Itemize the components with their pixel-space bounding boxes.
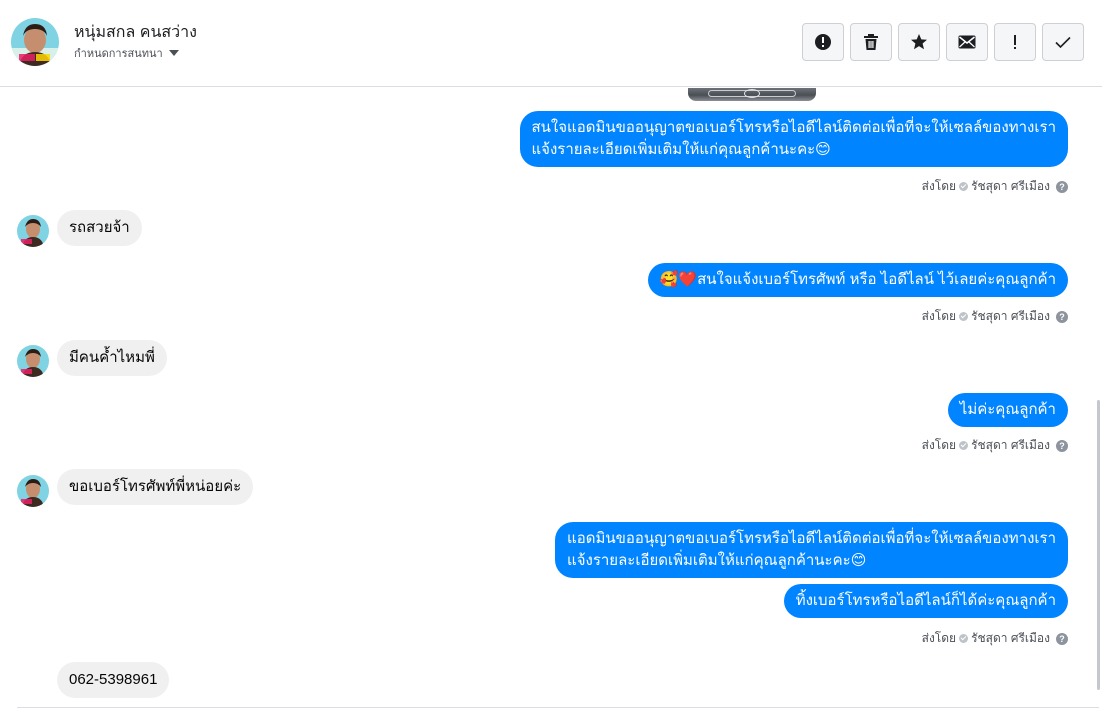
delete-button[interactable] — [850, 23, 892, 61]
incoming-message[interactable]: 062-5398961 — [57, 662, 170, 698]
sent-by-prefix: ส่งโดย — [921, 179, 957, 193]
follow-up-button[interactable] — [994, 23, 1036, 61]
car-logo-detail — [744, 89, 760, 98]
message-line: แอดมินขออนุญาตขอเบอร์โทรหรือไอดีไลน์ติดต… — [567, 530, 1056, 547]
check-circle-icon — [959, 182, 969, 191]
caret-down-icon — [168, 50, 179, 56]
message-line: แจ้งรายละเอียดเพิ่มเติมให้แก่คุณลูกค้านะ… — [567, 552, 867, 569]
car-photo-attachment[interactable] — [688, 88, 816, 101]
check-circle-icon — [959, 441, 969, 450]
help-icon[interactable]: ? — [1056, 632, 1068, 645]
star-icon — [911, 34, 927, 50]
outgoing-message[interactable]: สนใจแอดมินขออนุญาตขอเบอร์โทรหรือไอดีไลน์… — [519, 111, 1068, 167]
help-icon[interactable]: ? — [1056, 310, 1068, 323]
incoming-message[interactable]: ขอเบอร์โทรศัพท์พี่หน่อยค่ะ — [57, 469, 254, 505]
mark-spam-button[interactable] — [802, 23, 844, 61]
outgoing-message[interactable]: 🥰❤️สนใจแจ้งเบอร์โทรศัพท์ หรือ ไอดีไลน์ ไ… — [647, 263, 1068, 297]
sent-by-name: รัชสุดา ศรีเมือง — [971, 309, 1050, 323]
message-line: สนใจแอดมินขออนุญาตขอเบอร์โทรหรือไอดีไลน์… — [531, 119, 1057, 136]
sent-by-info: ส่งโดย รัชสุดา ศรีเมือง ? — [922, 307, 1068, 326]
sent-by-prefix: ส่งโดย — [921, 438, 957, 452]
trash-icon — [864, 34, 878, 50]
mark-unread-button[interactable] — [946, 23, 988, 61]
sent-by-info: ส่งโดย รัชสุดา ศรีเมือง ? — [922, 629, 1068, 648]
customer-avatar[interactable] — [17, 345, 49, 377]
conversation-toolbar — [802, 23, 1084, 61]
sent-by-name: รัชสุดา ศรีเมือง — [971, 438, 1050, 452]
exclamation-icon — [1014, 35, 1016, 49]
sent-by-info: ส่งโดย รัชสุดา ศรีเมือง ? — [922, 177, 1068, 196]
sent-by-name: รัชสุดา ศรีเมือง — [971, 179, 1050, 193]
outgoing-message[interactable]: ไม่ค่ะคุณลูกค้า — [947, 393, 1068, 427]
incoming-message[interactable]: มีคนค้ำไหมพี่ — [57, 340, 167, 376]
contact-name[interactable]: หนุ่มสกล คนสว่าง — [74, 20, 197, 45]
sent-by-prefix: ส่งโดย — [921, 631, 957, 645]
outgoing-message[interactable]: ทิ้งเบอร์โทรหรือไอดีไลน์ก็ได้ค่ะคุณลูกค้… — [783, 584, 1068, 618]
contact-avatar[interactable] — [11, 18, 59, 66]
alert-circle-icon — [815, 34, 831, 50]
sent-by-info: ส่งโดย รัชสุดา ศรีเมือง ? — [922, 436, 1068, 455]
help-icon[interactable]: ? — [1056, 439, 1068, 452]
conversation-settings-dropdown[interactable]: กำหนดการสนทนา — [74, 44, 179, 62]
outgoing-message[interactable]: แอดมินขออนุญาตขอเบอร์โทรหรือไอดีไลน์ติดต… — [555, 522, 1068, 578]
mark-done-button[interactable] — [1042, 23, 1084, 61]
customer-avatar[interactable] — [17, 475, 49, 507]
customer-avatar[interactable] — [17, 215, 49, 247]
thread-scrollbar[interactable] — [1097, 400, 1100, 690]
star-button[interactable] — [898, 23, 940, 61]
sent-by-name: รัชสุดา ศรีเมือง — [971, 631, 1050, 645]
composer-divider — [17, 707, 1099, 708]
message-thread[interactable]: สนใจแอดมินขออนุญาตขอเบอร์โทรหรือไอดีไลน์… — [0, 88, 1102, 708]
incoming-message[interactable]: รถสวยจ้า — [57, 210, 142, 246]
help-icon[interactable]: ? — [1056, 180, 1068, 193]
check-icon — [1055, 36, 1071, 49]
sent-by-prefix: ส่งโดย — [921, 309, 957, 323]
envelope-icon — [958, 35, 976, 49]
check-circle-icon — [959, 634, 969, 643]
message-line: แจ้งรายละเอียดเพิ่มเติมให้แก่คุณลูกค้านะ… — [531, 141, 831, 158]
conversation-settings-label: กำหนดการสนทนา — [74, 48, 163, 60]
check-circle-icon — [959, 312, 969, 321]
conversation-header: หนุ่มสกล คนสว่าง กำหนดการสนทนา — [0, 0, 1102, 87]
